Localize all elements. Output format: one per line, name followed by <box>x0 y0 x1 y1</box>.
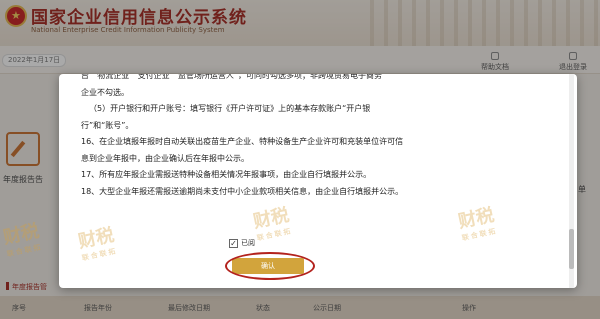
read-checkbox[interactable]: ✓ <box>229 238 238 248</box>
notice-line: 16、在企业填报年报时自动关联出疫苗生产企业、特种设备生产企业许可和充装单位许可… <box>81 137 404 146</box>
notice-line: 台”“物流企业”“支付企业”“监管场所运营人”，可同时勾选多项；非跨境贸易电子商… <box>81 74 383 80</box>
notice-line: 行”和“账号”。 <box>81 120 134 130</box>
notice-line: （5）开户银行和开户账号：填写银行《开户许可证》上的基本存款账户“开户银 <box>89 104 371 113</box>
highlight-circle <box>225 252 315 280</box>
notice-scroll-thumb[interactable] <box>569 229 574 269</box>
notice-line: 17、所有应年报企业需报送特种设备相关情况年报事项，由企业自行填报并公示。 <box>81 170 372 179</box>
annual-report-notice-dialog: 台”“物流企业”“支付企业”“监管场所运营人”，可同时勾选多项；非跨境贸易电子商… <box>59 74 577 288</box>
read-agree-checkbox-row[interactable]: ✓ 已阅 <box>229 238 255 248</box>
notice-line: 企业不勾选。 <box>81 87 129 97</box>
watermark: 财税联合联拓 <box>76 224 119 263</box>
watermark: 财税联合联拓 <box>251 204 294 243</box>
watermark: 财税联合联拓 <box>456 204 499 243</box>
notice-line: 18、大型企业年报还需报送逾期尚未支付中小企业款项相关信息，由企业自行填报并公示… <box>81 186 404 196</box>
notice-text: 台”“物流企业”“支付企业”“监管场所运营人”，可同时勾选多项；非跨境贸易电子商… <box>81 74 551 200</box>
notice-line: 息到企业年报中，由企业确认后在年报中公示。 <box>81 153 249 163</box>
read-checkbox-label: 已阅 <box>241 239 255 247</box>
